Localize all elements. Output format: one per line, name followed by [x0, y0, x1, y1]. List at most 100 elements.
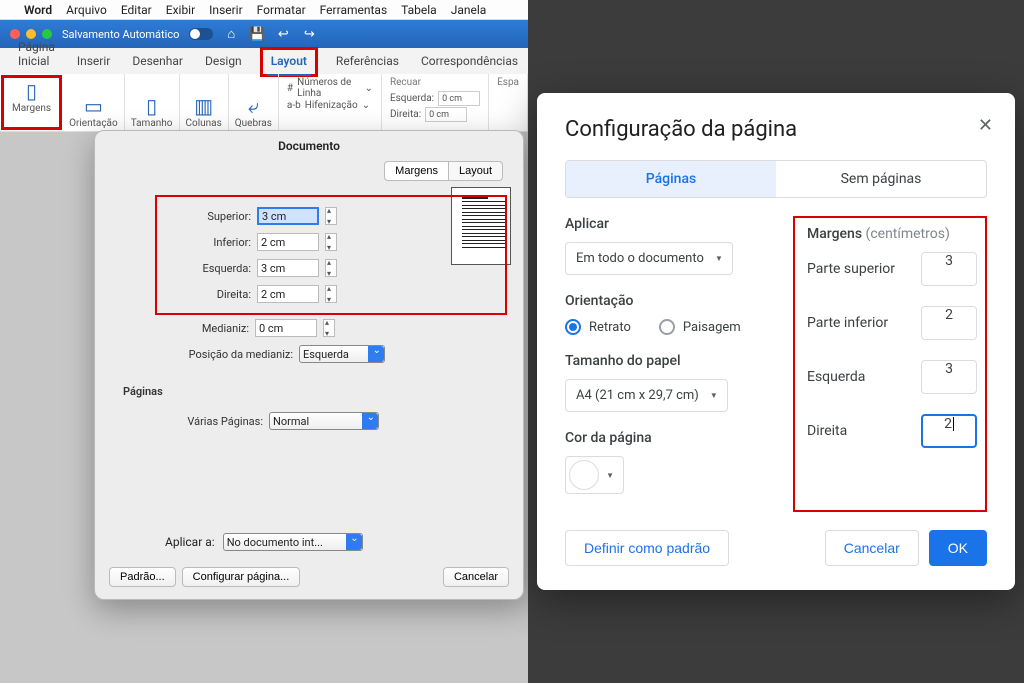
menu-tabela[interactable]: Tabela: [401, 3, 437, 17]
dialog-tab-margins[interactable]: Margens: [384, 161, 448, 181]
multipage-value: Normal: [273, 415, 309, 428]
ribbon-indent-left-input[interactable]: 0 cm: [438, 91, 480, 106]
menu-app[interactable]: Word: [24, 3, 52, 17]
margin-right-stepper[interactable]: [325, 285, 337, 303]
tab-mailings[interactable]: Correspondências: [417, 50, 522, 74]
ribbon-breaks-button[interactable]: ⤶Quebras: [229, 74, 279, 131]
page-color-label: Cor da página: [565, 430, 773, 446]
gdocs-tab-pageless[interactable]: Sem páginas: [776, 161, 986, 197]
margin-bottom-stepper[interactable]: [325, 233, 337, 251]
cancel-button[interactable]: Cancelar: [443, 567, 509, 587]
g-margin-left-label: Esquerda: [807, 369, 865, 385]
radio-selected-icon: [565, 319, 581, 335]
margin-right-input[interactable]: 2 cm: [257, 285, 319, 303]
multipage-label: Várias Páginas:: [163, 415, 263, 428]
lineno-icon: #: [287, 83, 293, 94]
apply-to-select[interactable]: No documento int...: [223, 533, 363, 551]
gutter-pos-value: Esquerda: [303, 348, 349, 361]
g-margin-top-input[interactable]: 3: [921, 252, 977, 286]
ribbon-margins-button[interactable]: ▯ Margens: [6, 79, 57, 116]
gdocs-page-setup-dialog: ✕ Configuração da página Páginas Sem pág…: [537, 93, 1015, 590]
tab-layout[interactable]: Layout: [267, 50, 311, 76]
text-cursor-icon: [953, 417, 954, 431]
ribbon-size-button[interactable]: ▯Tamanho: [125, 74, 180, 131]
g-margin-bottom-input[interactable]: 2: [921, 306, 977, 340]
menu-exibir[interactable]: Exibir: [166, 3, 195, 17]
columns-icon: ▥: [194, 96, 213, 116]
multipage-select[interactable]: Normal: [269, 412, 379, 430]
gutter-input[interactable]: 0 cm: [255, 319, 317, 337]
gdocs-tab-pages[interactable]: Páginas: [566, 161, 776, 197]
ribbon-hyphen-label: Hifenização: [305, 100, 358, 111]
tab-insert[interactable]: Inserir: [73, 50, 115, 74]
dialog-title: Documento: [95, 131, 523, 161]
ribbon-orientation-button[interactable]: ▭Orientação: [63, 74, 125, 131]
landscape-label: Paisagem: [683, 320, 741, 335]
portrait-label: Retrato: [589, 320, 631, 335]
ribbon-indent-group: Recuar Esquerda:0 cm Direita:0 cm: [382, 74, 489, 131]
ribbon-indent-right-input[interactable]: 0 cm: [425, 107, 467, 122]
margin-top-input[interactable]: 3 cm: [257, 207, 319, 225]
gdocs-cancel-button[interactable]: Cancelar: [825, 530, 919, 566]
paper-select[interactable]: A4 (21 cm x 29,7 cm): [565, 379, 728, 412]
chevron-down-icon: ⌄: [365, 83, 373, 94]
menu-arquivo[interactable]: Arquivo: [66, 3, 107, 17]
mac-menubar[interactable]: Word Arquivo Editar Exibir Inserir Forma…: [0, 0, 528, 20]
margins-button-highlight: ▯ Margens: [1, 75, 62, 130]
margin-bottom-input[interactable]: 2 cm: [257, 233, 319, 251]
pagesetup-button[interactable]: Configurar página...: [182, 567, 301, 587]
tab-draw[interactable]: Desenhar: [128, 50, 187, 74]
ribbon-lineno-button[interactable]: # Números de Linha ⌄: [287, 77, 373, 99]
close-icon[interactable]: ✕: [978, 115, 993, 136]
gdocs-tabs[interactable]: Páginas Sem páginas: [565, 160, 987, 198]
paper-value: A4 (21 cm x 29,7 cm): [576, 388, 699, 403]
undo-icon[interactable]: ↩: [275, 26, 291, 42]
apply-select[interactable]: Em todo o documento: [565, 242, 733, 275]
gutter-pos-select[interactable]: Esquerda: [299, 345, 385, 363]
apply-value: Em todo o documento: [576, 251, 704, 266]
apply-to-label: Aplicar a:: [165, 535, 215, 549]
default-button[interactable]: Padrão...: [109, 567, 176, 587]
set-default-button[interactable]: Definir como padrão: [565, 530, 729, 566]
margin-left-input[interactable]: 3 cm: [257, 259, 319, 277]
gdocs-dialog-title: Configuração da página: [565, 117, 987, 142]
menu-ferramentas[interactable]: Ferramentas: [320, 3, 387, 17]
margin-left-stepper[interactable]: [325, 259, 337, 277]
gutter-label: Medianiz:: [163, 322, 249, 335]
tab-design[interactable]: Design: [201, 50, 246, 74]
ribbon-indent-left-label: Esquerda:: [390, 93, 434, 104]
ribbon-columns-label: Colunas: [186, 118, 222, 129]
ribbon-columns-button[interactable]: ▥ Colunas: [180, 74, 229, 131]
g-margin-left-input[interactable]: 3: [921, 360, 977, 394]
orientation-portrait-radio[interactable]: Retrato: [565, 319, 631, 335]
save-icon[interactable]: 💾: [249, 26, 265, 42]
menu-formatar[interactable]: Formatar: [257, 3, 306, 17]
apply-to-value: No documento int...: [227, 536, 323, 549]
g-margin-right-input[interactable]: 2: [921, 414, 977, 448]
menu-editar[interactable]: Editar: [121, 3, 152, 17]
margin-top-label: Superior:: [165, 210, 251, 223]
autosave-toggle[interactable]: [189, 28, 213, 40]
page-color-select[interactable]: [565, 456, 624, 494]
ribbon-lineno-label: Números de Linha: [297, 77, 361, 99]
apply-label: Aplicar: [565, 216, 773, 232]
dialog-tab-layout[interactable]: Layout: [448, 161, 503, 181]
ribbon-tabs[interactable]: Página Inicial Inserir Desenhar Design L…: [0, 48, 528, 74]
ribbon: ▯ Margens ▭Orientação ▯Tamanho ▥Colunas …: [0, 74, 528, 132]
hyphen-icon: a-b: [287, 100, 301, 111]
gdocs-margins-label: Margens (centímetros): [807, 226, 977, 242]
gutter-stepper[interactable]: [323, 319, 335, 337]
tab-home[interactable]: Página Inicial: [14, 36, 59, 74]
home-icon[interactable]: ⌂: [223, 26, 239, 42]
gdocs-ok-button[interactable]: OK: [929, 530, 987, 566]
paper-label: Tamanho do papel: [565, 353, 773, 369]
orientation-landscape-radio[interactable]: Paisagem: [659, 319, 741, 335]
menu-inserir[interactable]: Inserir: [209, 3, 243, 17]
tab-references[interactable]: Referências: [332, 50, 403, 74]
menu-janela[interactable]: Janela: [451, 3, 487, 17]
dialog-tabs[interactable]: Margens Layout: [95, 161, 523, 189]
redo-icon[interactable]: ↪: [301, 26, 317, 42]
ribbon-hyphen-button[interactable]: a-bHifenização ⌄: [287, 100, 373, 111]
size-icon: ▯: [146, 96, 157, 116]
margin-top-stepper[interactable]: [325, 207, 337, 225]
